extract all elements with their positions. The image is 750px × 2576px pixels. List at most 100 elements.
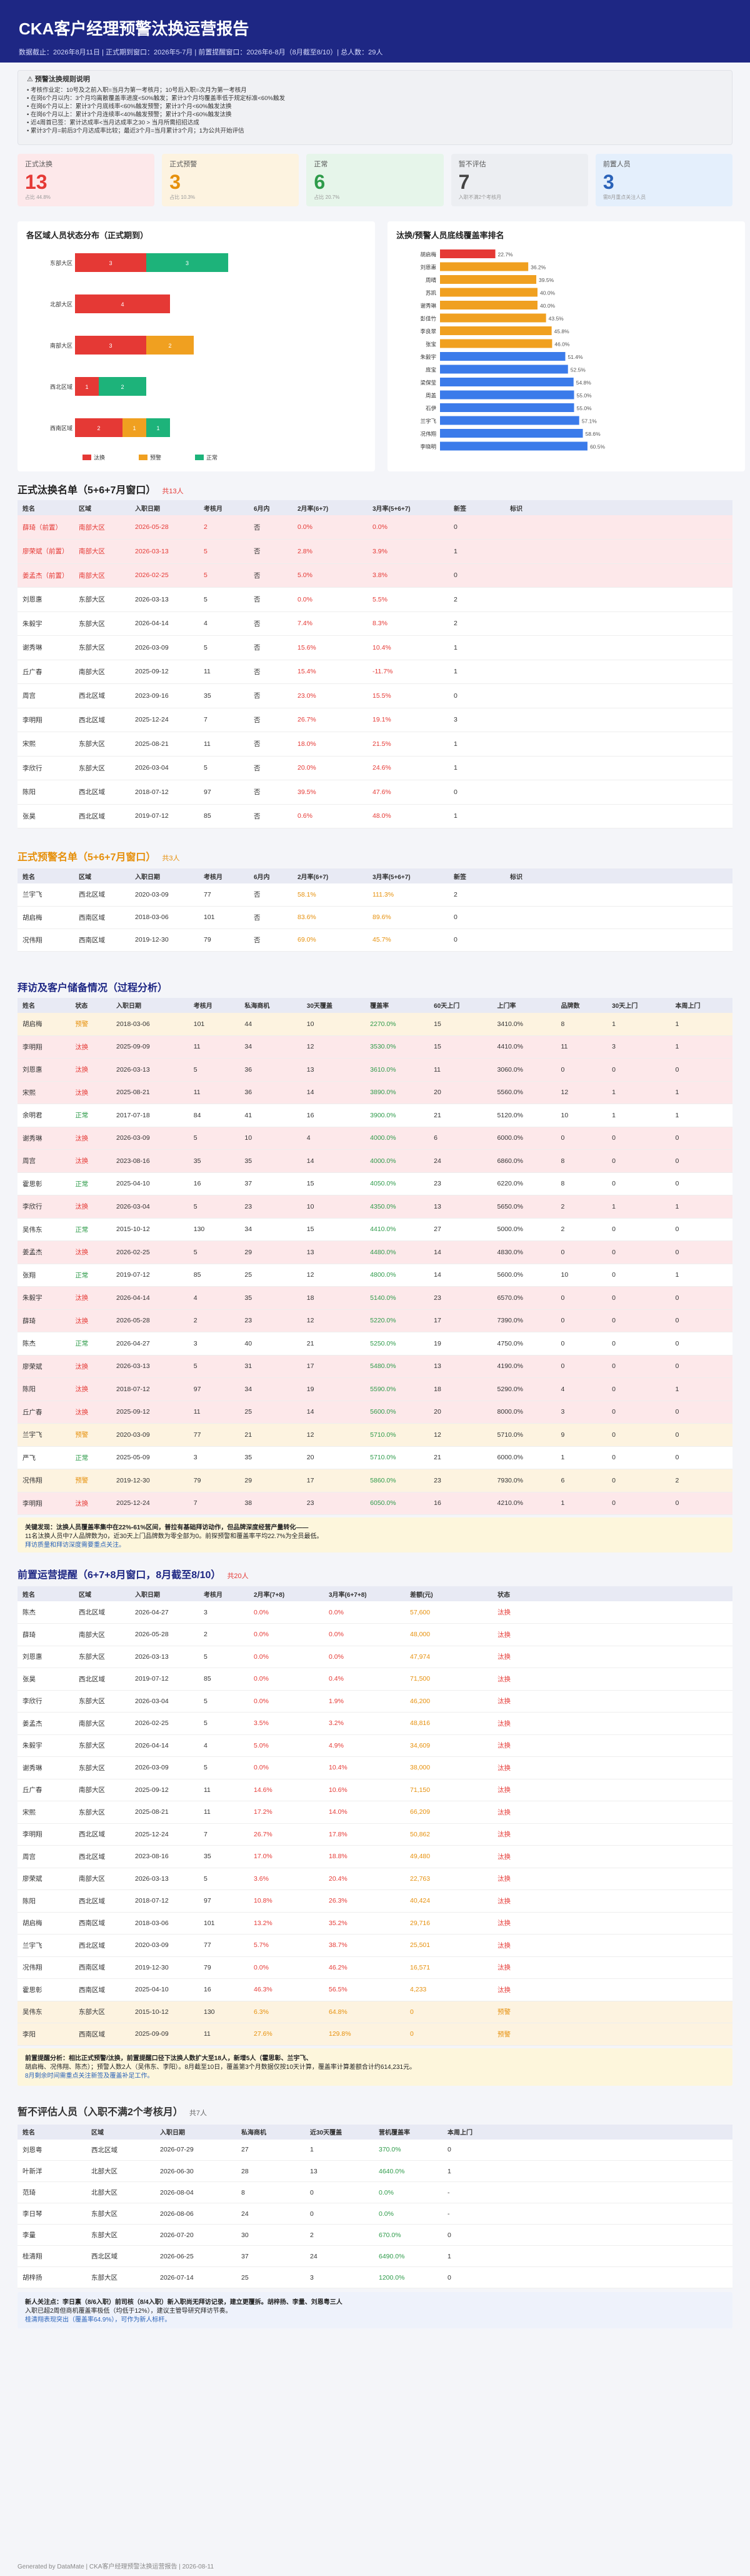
table-cell: 0 [449,515,505,540]
table-cell: 16 [199,1978,249,2001]
note-title: 关键发现：汰换人员覆盖率集中在22%-61%区间，普拉有基础拜访动作，但品牌深度… [25,1524,309,1531]
table-cell: 南部大区 [74,660,130,684]
table-cell: 否 [249,756,292,780]
kpi-label: 正式汰换 [25,161,52,168]
table-cell: 2025-04-10 [130,1978,199,2001]
table-cell: 汰换 [70,1081,111,1104]
kpi-label: 正式预警 [169,161,198,168]
table-cell: 汰换 [70,1035,111,1059]
table-cell: 2026-07-29 [155,2139,236,2161]
table-cell: 西南区域 [74,1956,130,1979]
table-cell: 20 [429,1401,492,1424]
kpi-sub: 需8月重点关注人员 [602,194,646,200]
table-cell: 79 [199,928,249,952]
table-cell: 46,200 [405,1690,492,1713]
table-row: 朱毅宇 汰换 2026-04-14 4 35 18 5140.0% 23 6570.0% 0 0 0 [18,1286,732,1310]
table-cell: 1 [670,1081,732,1104]
table-cell: 东部大区 [74,732,130,757]
table-cell: 东部大区 [74,1690,130,1713]
table-cell: 吴伟东 [18,2001,74,2023]
table-cell: 35 [239,1149,302,1173]
table-row: 陈阳 汰换 2018-07-12 97 34 19 5590.0% 18 5290.0% 4 0 1 [18,1377,732,1401]
section-title-text: 拜访及客户储备情况（过程分析） [18,982,168,994]
column-header: 姓名 [18,500,74,515]
table-cell: 汰换 [492,1623,732,1646]
table-cell: 6570.0% [492,1286,556,1310]
table-cell: 670.0% [374,2224,442,2246]
table-cell: 正常 [70,1172,111,1195]
kpi-card-yujing: 正式预警 3 占比 10.3% [162,154,299,206]
rank-name-label: 石伊 [426,405,437,411]
table-cell: 16 [301,1104,366,1127]
table-cell: 0.0% [324,1646,405,1668]
table-cell: 预警 [70,1012,111,1036]
column-header: 3月率(5+6+7) [368,868,449,883]
table-row: 严飞 正常 2025-05-09 3 35 20 5710.0% 21 6000.0% 1 0 0 [18,1446,732,1469]
table-cell: - [442,2203,732,2225]
table-cell: 2018-07-12 [130,780,199,805]
table-cell: - [442,2181,732,2203]
table-cell: 3900.0% [365,1104,429,1127]
table-cell: 3610.0% [365,1058,429,1082]
table-cell: 29 [239,1240,302,1264]
table-cell: 李量 [18,2224,86,2246]
table-cell: 2026-02-25 [130,563,199,588]
table-cell: 2026-02-25 [130,1712,199,1735]
table-cell: 13 [305,2160,374,2182]
table-cell: 2018-03-06 [130,906,199,929]
table-row: 廖荣斌（前置） 南部大区 2026-03-13 5 否 2.8% 3.9% 1 [18,539,732,564]
table-cell: 丘广春 [18,1401,71,1424]
table-cell: 2 [556,1218,608,1241]
section-count: 共7人 [189,2109,208,2117]
table-cell: 1 [556,1492,608,1515]
table-row: 余明君 正常 2017-07-18 84 41 16 3900.0% 21 5120.0% 10 1… [18,1104,732,1127]
table-cell: 2026-08-04 [155,2181,236,2203]
rank-value-label: 36.2% [531,264,546,271]
table-cell: 5860.0% [365,1469,429,1492]
table-cell: 8 [556,1012,608,1036]
report-title: CKA客户经理预警汰换运营报告 [19,19,249,38]
footer: Generated by DataMate | CKA客户经理预警汰换运营报告 … [18,2563,214,2570]
table-cell: 2.8% [292,539,368,564]
table-cell: 29 [239,1469,302,1492]
column-header: 标识 [505,868,732,883]
table-cell: 2026-03-09 [111,1127,189,1150]
column-header: 本周上门 [442,2124,732,2140]
table-cell: 西北区域 [86,2139,155,2161]
table-cell: 0.0% [249,1646,324,1668]
table-cell: 西北区域 [74,1601,130,1624]
table-cell: 23 [239,1309,302,1332]
rank-name-label: 苏凯 [426,290,437,296]
table-cell: 10.4% [324,1756,405,1779]
table-cell: 汰换 [492,1668,732,1691]
table-cell: 3 [188,1332,240,1356]
table-cell: 0 [556,1355,608,1378]
table-cell: 0 [607,1446,671,1469]
table-cell: 2026-04-14 [130,611,199,636]
column-header: 姓名 [18,2124,86,2140]
buping-note: 新人关注点：李日禀（8/6入职）前司核（8/4入职）新入职尚无拜访记录，建立更覆… [18,2292,732,2328]
rank-bar [440,262,529,271]
table-cell: 正常 [70,1104,111,1127]
table-cell: 2020-03-09 [130,883,199,907]
table-cell: 8 [236,2181,305,2203]
table-cell: 汰换 [70,1355,111,1378]
table-cell: 西南区域 [74,2023,130,2046]
rank-value-label: 55.0% [577,405,592,411]
table-cell: 0 [670,1309,732,1332]
table-cell: 2023-08-16 [111,1149,189,1173]
table-cell: 11 [556,1035,608,1059]
rule-line: • 在岗6个月以上：累计3个月底线率<60%触发预警；累计3个月<60%触发汰换 [27,103,232,110]
table-cell: 5.5% [368,587,449,612]
table-cell: 2025-12-24 [130,708,199,732]
table-cell: 汰换 [492,1912,732,1935]
table-cell: 3060.0% [492,1058,556,1082]
section-count: 共13人 [162,488,184,495]
table-cell: 4 [301,1127,366,1150]
table-cell: 2026-04-14 [111,1286,189,1310]
table-cell: 19 [301,1377,366,1401]
rank-name-label: 梁保莹 [420,380,436,386]
table-cell: 2025-08-21 [130,1801,199,1824]
table-row: 周宫 西北区域 2023-08-16 35 17.0% 18.8% 49,480 汰换 [18,1845,732,1868]
table-row: 陈杰 西北区域 2026-04-27 3 0.0% 0.0% 57,600 汰换 [18,1601,732,1624]
